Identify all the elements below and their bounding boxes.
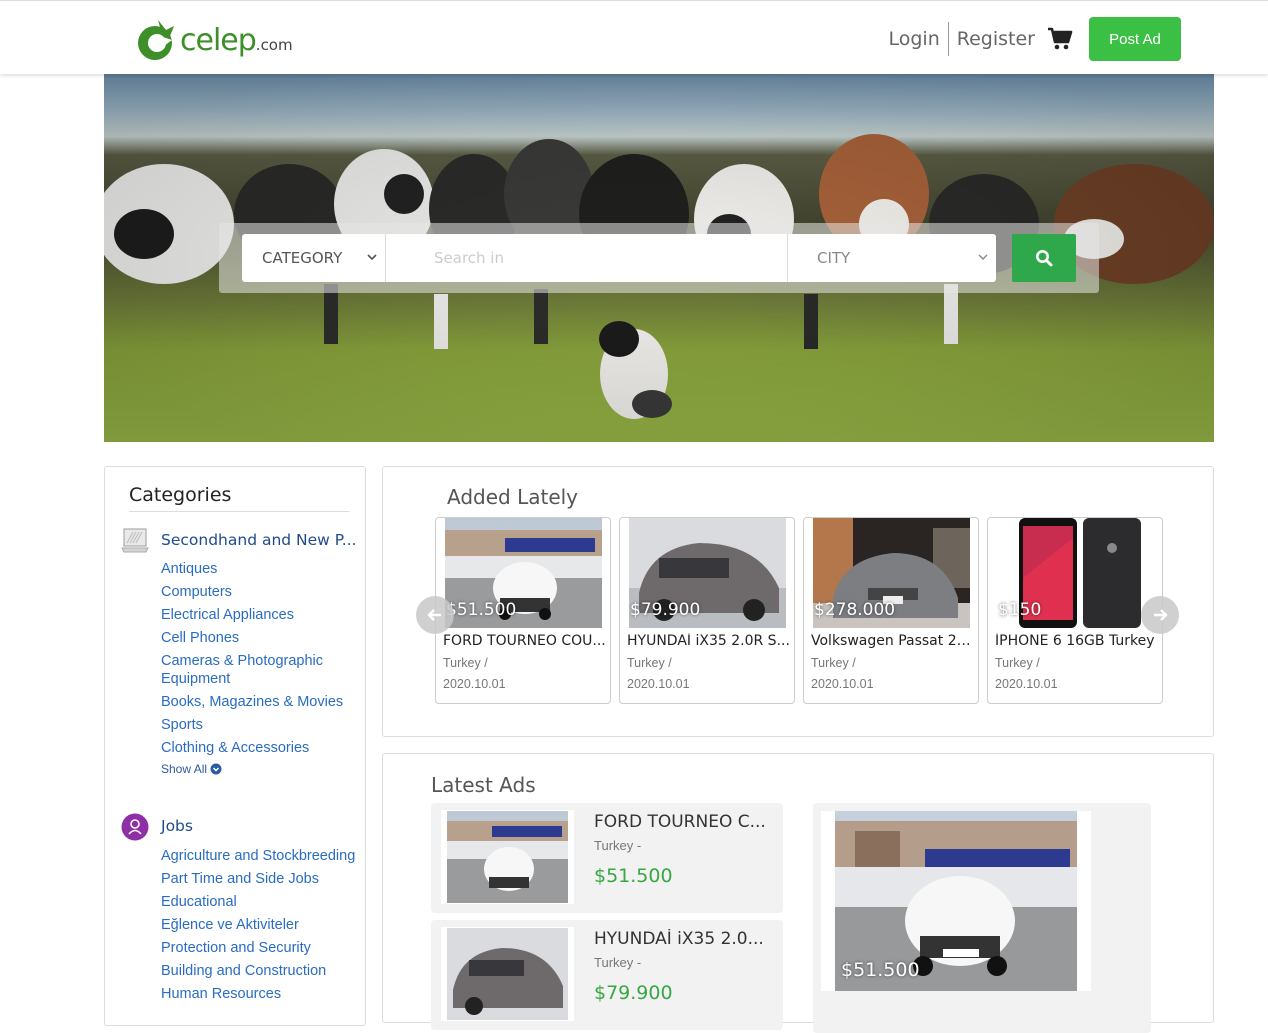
arrow-right-icon [1154, 609, 1168, 621]
category-select[interactable]: CATEGORY [242, 234, 386, 282]
subcategory-link[interactable]: Human Resources [161, 985, 361, 1003]
category-heading-jobs[interactable]: Jobs [161, 817, 193, 835]
worker-icon [121, 813, 149, 841]
ad-price: $79.900 [630, 600, 701, 620]
subcategory-link[interactable]: Books, Magazines & Movies [161, 693, 361, 711]
subcategory-link[interactable]: Cell Phones [161, 629, 361, 647]
ad-price: $51.500 [594, 865, 673, 887]
ad-location: Turkey - [594, 838, 642, 853]
ad-location: Turkey / [811, 656, 856, 670]
site-logo[interactable]: celep.com [136, 15, 293, 63]
login-link[interactable]: Login [881, 22, 948, 56]
show-all-link[interactable]: Show All [161, 762, 361, 776]
added-lately-panel: Added Lately $51.500 FORD TOURNEO COU...… [382, 466, 1214, 737]
added-lately-title: Added Lately [447, 485, 579, 509]
subcategory-link[interactable]: Cameras & Photographic Equipment [161, 652, 361, 688]
subcategory-link[interactable]: Antiques [161, 560, 361, 578]
post-ad-button[interactable]: Post Ad [1089, 17, 1181, 61]
ad-location: Turkey / [995, 656, 1040, 670]
categories-title: Categories [129, 484, 232, 506]
hero-banner: CATEGORY CITY [104, 74, 1214, 442]
register-link[interactable]: Register [949, 22, 1043, 56]
featured-ad-price: $51.500 [841, 959, 920, 981]
site-header: celep.com Login Register Post Ad [0, 0, 1268, 74]
divider [129, 511, 349, 512]
ad-date: 2020.10.01 [443, 677, 506, 691]
ad-title[interactable]: FORD TOURNEO C... [594, 812, 774, 832]
featured-ad-image: $51.500 [821, 811, 1091, 991]
header-nav: Login Register Post Ad [881, 17, 1181, 61]
subcategory-link[interactable]: Protection and Security [161, 939, 361, 957]
subcategory-link[interactable]: Agriculture and Stockbreeding [161, 847, 361, 865]
ad-title[interactable]: HYUNDAİ iX35 2.0R S... [627, 633, 792, 649]
ad-date: 2020.10.01 [811, 677, 874, 691]
search-icon [1036, 250, 1053, 267]
ad-thumbnail [441, 927, 574, 1021]
ad-card[interactable]: $150 İPHONE 6 16GB Turkey Turkey / 2020.… [987, 517, 1163, 704]
subcategory-link[interactable]: Electrical Appliances [161, 606, 361, 624]
carousel-next-button[interactable] [1141, 596, 1179, 634]
city-select[interactable]: CITY [787, 234, 996, 282]
ad-price: $278.000 [814, 600, 896, 620]
ad-title[interactable]: İPHONE 6 16GB Turkey [995, 633, 1160, 649]
subcategory-link[interactable]: Clothing & Accessories [161, 739, 361, 757]
logo-text: celep.com [180, 22, 293, 58]
search-input[interactable] [386, 234, 787, 282]
ad-date: 2020.10.01 [627, 677, 690, 691]
subcategory-link[interactable]: Computers [161, 583, 361, 601]
latest-ad-item[interactable]: FORD TOURNEO C... Turkey - $51.500 [431, 803, 783, 913]
subcategory-link[interactable]: Sports [161, 716, 361, 734]
chevron-circle-down-icon [210, 763, 222, 775]
chevron-down-icon [367, 254, 377, 261]
search-bar: CATEGORY CITY [219, 223, 1099, 293]
latest-ads-panel: Latest Ads FORD TOURNEO C... Turkey - $5… [382, 753, 1214, 1033]
subcategory-list: Agriculture and Stockbreeding Part Time … [161, 847, 361, 1008]
ad-date: 2020.10.01 [995, 677, 1058, 691]
ad-title[interactable]: HYUNDAİ iX35 2.0... [594, 929, 774, 949]
subcategory-list: Antiques Computers Electrical Appliances… [161, 560, 361, 776]
latest-ads-title: Latest Ads [431, 773, 536, 797]
featured-ad[interactable]: $51.500 [813, 803, 1151, 1033]
ad-location: Turkey / [627, 656, 672, 670]
search-button[interactable] [1012, 234, 1076, 282]
ad-location: Turkey - [594, 955, 642, 970]
carousel-prev-button[interactable] [416, 596, 454, 634]
ad-title[interactable]: Volkswagen Passat 20... [811, 633, 976, 649]
arrow-left-icon [427, 609, 441, 621]
laptop-icon [121, 528, 149, 553]
cart-icon[interactable] [1047, 26, 1073, 52]
category-heading-secondhand[interactable]: Secondhand and New P... [161, 531, 357, 549]
ad-thumbnail [441, 810, 574, 904]
ad-card[interactable]: $79.900 HYUNDAİ iX35 2.0R S... Turkey / … [619, 517, 795, 704]
subcategory-link[interactable]: Eğlence ve Aktiviteler [161, 916, 361, 934]
ad-price: $79.900 [594, 982, 673, 1004]
ad-price: $150 [998, 600, 1042, 620]
categories-panel: Categories Secondhand and New P... Antiq… [104, 466, 366, 1026]
latest-ad-item[interactable]: HYUNDAİ iX35 2.0... Turkey - $79.900 [431, 920, 783, 1030]
chevron-down-icon [978, 254, 988, 260]
goat-logo-icon [138, 20, 174, 60]
subcategory-link[interactable]: Part Time and Side Jobs [161, 870, 361, 888]
ad-title[interactable]: FORD TOURNEO COU... [443, 633, 608, 649]
ad-card[interactable]: $51.500 FORD TOURNEO COU... Turkey / 202… [435, 517, 611, 704]
subcategory-link[interactable]: Building and Construction [161, 962, 361, 980]
ad-location: Turkey / [443, 656, 488, 670]
ad-card[interactable]: $278.000 Volkswagen Passat 20... Turkey … [803, 517, 979, 704]
ad-price: $51.500 [446, 600, 517, 620]
subcategory-link[interactable]: Educational [161, 893, 361, 911]
